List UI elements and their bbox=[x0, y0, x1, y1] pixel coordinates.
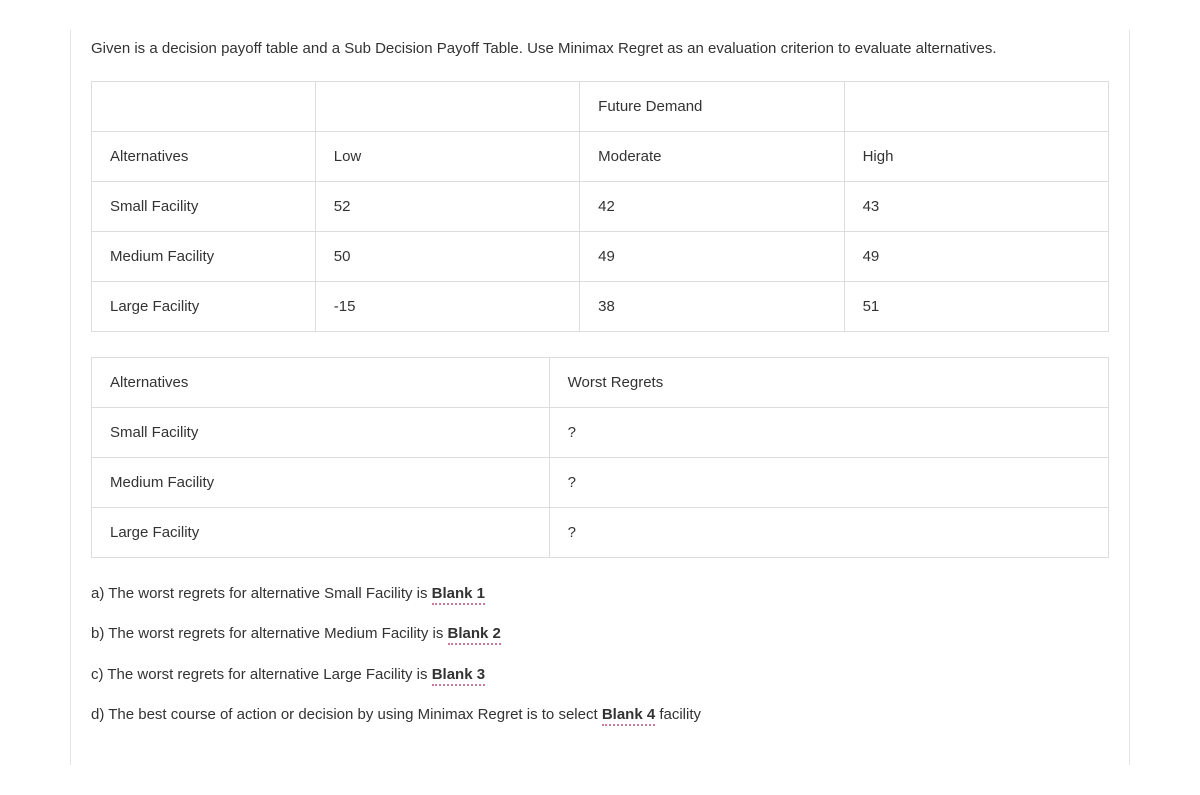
row-label: Small Facility bbox=[92, 407, 550, 457]
question-a: a) The worst regrets for alternative Sma… bbox=[91, 583, 1109, 606]
row-label: Large Facility bbox=[92, 281, 316, 331]
cell-value: 42 bbox=[580, 181, 844, 231]
table-row: Small Facility 52 42 43 bbox=[92, 181, 1109, 231]
header-alternatives: Alternatives bbox=[92, 357, 550, 407]
cell-value: ? bbox=[549, 407, 1108, 457]
cell-value: ? bbox=[549, 457, 1108, 507]
blank-2[interactable]: Blank 2 bbox=[448, 625, 501, 645]
blank-1[interactable]: Blank 1 bbox=[432, 585, 485, 605]
header-alternatives: Alternatives bbox=[92, 131, 316, 181]
question-d: d) The best course of action or decision… bbox=[91, 704, 1109, 727]
cell-empty bbox=[92, 81, 316, 131]
cell-value: 38 bbox=[580, 281, 844, 331]
question-b-text: b) The worst regrets for alternative Med… bbox=[91, 625, 448, 642]
blank-3[interactable]: Blank 3 bbox=[432, 666, 485, 686]
table-row: Large Facility -15 38 51 bbox=[92, 281, 1109, 331]
row-label: Large Facility bbox=[92, 507, 550, 557]
regret-table: Alternatives Worst Regrets Small Facilit… bbox=[91, 357, 1109, 558]
question-b: b) The worst regrets for alternative Med… bbox=[91, 623, 1109, 646]
header-low: Low bbox=[315, 131, 579, 181]
row-label: Small Facility bbox=[92, 181, 316, 231]
header-high: High bbox=[844, 131, 1108, 181]
blank-4[interactable]: Blank 4 bbox=[602, 706, 655, 726]
question-a-text: a) The worst regrets for alternative Sma… bbox=[91, 585, 432, 602]
question-container: Given is a decision payoff table and a S… bbox=[70, 30, 1130, 765]
question-list: a) The worst regrets for alternative Sma… bbox=[71, 583, 1129, 727]
cell-value: 49 bbox=[580, 231, 844, 281]
question-c-text: c) The worst regrets for alternative Lar… bbox=[91, 666, 432, 683]
cell-value: 50 bbox=[315, 231, 579, 281]
row-label: Medium Facility bbox=[92, 457, 550, 507]
question-d-text: d) The best course of action or decision… bbox=[91, 706, 602, 723]
cell-empty bbox=[844, 81, 1108, 131]
question-d-suffix: facility bbox=[655, 706, 701, 723]
header-moderate: Moderate bbox=[580, 131, 844, 181]
table-row: Large Facility ? bbox=[92, 507, 1109, 557]
cell-future-demand: Future Demand bbox=[580, 81, 844, 131]
cell-value: ? bbox=[549, 507, 1108, 557]
table-row: Alternatives Worst Regrets bbox=[92, 357, 1109, 407]
table-row: Future Demand bbox=[92, 81, 1109, 131]
table-row: Alternatives Low Moderate High bbox=[92, 131, 1109, 181]
cell-value: 52 bbox=[315, 181, 579, 231]
table-row: Small Facility ? bbox=[92, 407, 1109, 457]
cell-value: -15 bbox=[315, 281, 579, 331]
intro-text: Given is a decision payoff table and a S… bbox=[71, 30, 1129, 81]
header-worst-regrets: Worst Regrets bbox=[549, 357, 1108, 407]
cell-value: 43 bbox=[844, 181, 1108, 231]
cell-value: 51 bbox=[844, 281, 1108, 331]
cell-empty bbox=[315, 81, 579, 131]
table-row: Medium Facility 50 49 49 bbox=[92, 231, 1109, 281]
payoff-table: Future Demand Alternatives Low Moderate … bbox=[91, 81, 1109, 332]
table-row: Medium Facility ? bbox=[92, 457, 1109, 507]
cell-value: 49 bbox=[844, 231, 1108, 281]
question-c: c) The worst regrets for alternative Lar… bbox=[91, 664, 1109, 687]
row-label: Medium Facility bbox=[92, 231, 316, 281]
